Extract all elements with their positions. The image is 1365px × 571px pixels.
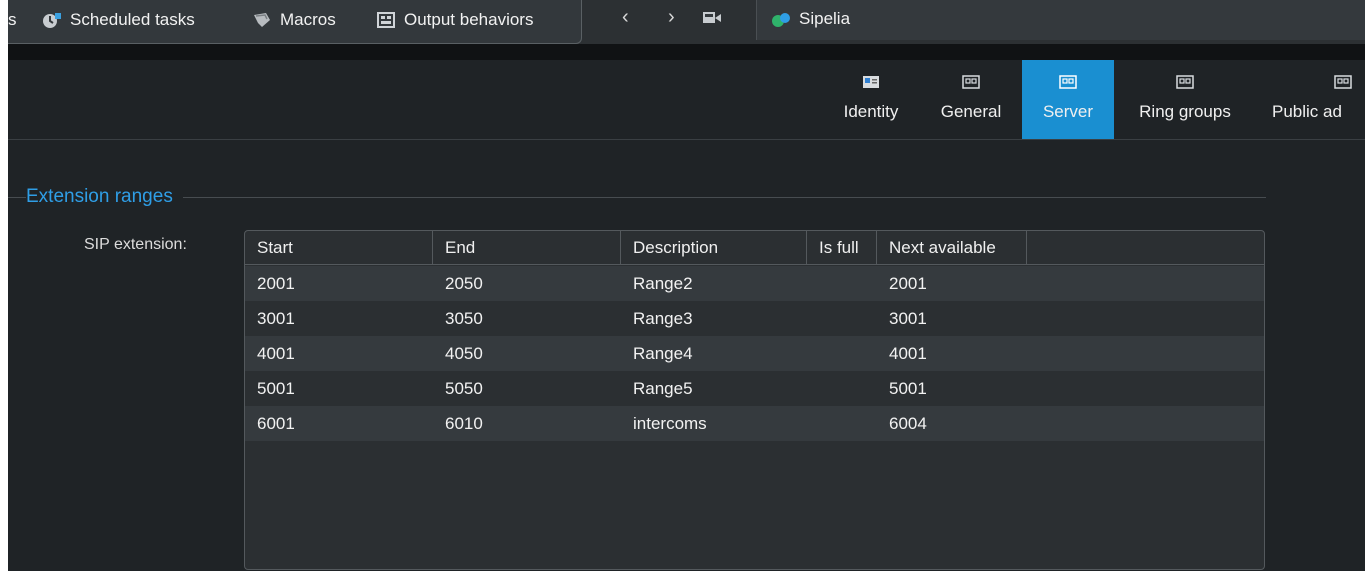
tab-public-ad-label: Public ad [1272, 102, 1342, 121]
sipelia-tab-title: Sipelia [771, 5, 850, 33]
tab-ring-groups[interactable]: Ring groups [1114, 60, 1256, 139]
column-header-next-available[interactable]: Next available [877, 231, 1027, 265]
tab-public-ad[interactable]: Public ad [1266, 60, 1365, 139]
cell-end: 2050 [445, 274, 483, 293]
table-header: Start End Description Is full Next avail… [245, 231, 1264, 265]
forward-button[interactable]: › [668, 6, 675, 29]
cell-start: 2001 [257, 274, 295, 293]
table-row[interactable]: 4001 4050 Range4 4001 [245, 336, 1264, 371]
truncated-label: s [8, 10, 17, 29]
cell-description: Range3 [633, 309, 693, 328]
back-button[interactable]: ‹ [622, 6, 629, 29]
identity-icon [863, 76, 879, 88]
cell-description: Range5 [633, 379, 693, 398]
column-header-description[interactable]: Description [621, 231, 807, 265]
cell-end: 5050 [445, 379, 483, 398]
app-window: s Scheduled tasks Macros Output behavior… [8, 0, 1365, 571]
forward-arrow-icon: › [668, 6, 675, 28]
top-toolbar: s Scheduled tasks Macros Output behavior… [8, 0, 1365, 44]
table-row[interactable]: 5001 5050 Range5 5001 [245, 371, 1264, 406]
cell-next-available: 6004 [889, 414, 927, 433]
cell-start: 5001 [257, 379, 295, 398]
toolbar-divider [8, 44, 1365, 60]
tab-server-label: Server [1042, 102, 1094, 121]
tab-general[interactable]: General [920, 60, 1022, 139]
scheduled-tasks-button[interactable]: Scheduled tasks [42, 6, 195, 34]
cell-start: 4001 [257, 344, 295, 363]
cell-end: 3050 [445, 309, 483, 328]
scheduled-tasks-icon [43, 13, 61, 28]
cell-is-full [807, 336, 819, 371]
sipelia-logo-icon [772, 13, 790, 27]
tab-server[interactable]: Server [1022, 60, 1114, 139]
macros-button[interactable]: Macros [252, 6, 336, 34]
output-behaviors-label: Output behaviors [404, 10, 534, 29]
sip-extension-label: SIP extension: [84, 236, 187, 253]
sipelia-tab[interactable]: Sipelia [756, 0, 1365, 40]
cell-next-available: 5001 [889, 379, 927, 398]
column-header-is-full[interactable]: Is full [807, 231, 877, 265]
tab-identity[interactable]: Identity [822, 60, 920, 139]
extension-ranges-table[interactable]: Start End Description Is full Next avail… [244, 230, 1265, 570]
sipelia-tab-label: Sipelia [799, 9, 851, 28]
table-row[interactable]: 3001 3050 Range3 3001 [245, 301, 1264, 336]
server-icon [1059, 75, 1077, 89]
cell-is-full [807, 266, 819, 301]
cell-start: 6001 [257, 414, 295, 433]
general-icon [962, 75, 980, 89]
column-header-start[interactable]: Start [245, 231, 433, 265]
output-behaviors-icon [377, 12, 395, 28]
back-arrow-icon: ‹ [622, 6, 629, 28]
cell-is-full [807, 371, 819, 406]
macros-label: Macros [280, 10, 336, 29]
cell-end: 4050 [445, 344, 483, 363]
cell-start: 3001 [257, 309, 295, 328]
macros-icon [254, 13, 270, 27]
tab-ring-groups-label: Ring groups [1139, 102, 1231, 121]
output-behaviors-button[interactable]: Output behaviors [376, 6, 533, 34]
pin-tab-icon[interactable] [702, 10, 722, 26]
cell-is-full [807, 301, 819, 336]
table-row[interactable]: 6001 6010 intercoms 6004 [245, 406, 1264, 441]
cell-is-full [807, 406, 819, 441]
cell-next-available: 3001 [889, 309, 927, 328]
group-divider [8, 197, 1266, 198]
cell-end: 6010 [445, 414, 483, 433]
table-row[interactable]: 2001 2050 Range2 2001 [245, 266, 1264, 301]
truncated-toolbar-item[interactable]: s [8, 6, 17, 34]
tab-general-label: General [940, 102, 1002, 121]
cell-description: Range4 [633, 344, 693, 363]
cell-next-available: 2001 [889, 274, 927, 293]
public-ad-icon [1334, 75, 1352, 89]
group-title: Extension ranges [26, 186, 183, 208]
tab-identity-label: Identity [843, 102, 899, 121]
toolbar-tab-group: s Scheduled tasks Macros Output behavior… [8, 0, 582, 44]
section-tab-bar: Identity General Server Ring groups Publ… [8, 60, 1365, 140]
ring-groups-icon [1176, 75, 1194, 89]
cell-description: Range2 [633, 274, 693, 293]
cell-next-available: 4001 [889, 344, 927, 363]
cell-description: intercoms [633, 414, 707, 433]
scheduled-tasks-label: Scheduled tasks [70, 10, 195, 29]
column-header-end[interactable]: End [433, 231, 621, 265]
